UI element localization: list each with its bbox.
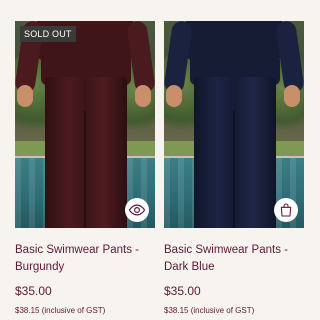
product-image[interactable]: SOLD OUT bbox=[15, 21, 155, 228]
shopping-bag-icon bbox=[280, 203, 292, 217]
product-price: $35.00 bbox=[15, 284, 52, 298]
sold-out-badge: SOLD OUT bbox=[20, 26, 76, 42]
product-image[interactable] bbox=[164, 21, 304, 228]
product-title[interactable]: Basic Swimwear Pants - Burgundy bbox=[15, 242, 155, 276]
add-to-bag-button[interactable] bbox=[274, 198, 298, 222]
product-card-burgundy[interactable]: SOLD OUT Basic Swimwear Pants - Burgundy… bbox=[15, 21, 155, 316]
model-hand bbox=[284, 85, 300, 107]
price-incl-gst: $38.15 (inclusive of GST) bbox=[164, 306, 255, 315]
pants-leg bbox=[234, 77, 276, 228]
product-price: $35.00 bbox=[164, 284, 201, 298]
model-hand bbox=[135, 85, 151, 107]
product-title[interactable]: Basic Swimwear Pants - Dark Blue bbox=[164, 242, 304, 276]
model-hand bbox=[17, 85, 33, 107]
quick-view-button[interactable] bbox=[125, 198, 149, 222]
pants-leg bbox=[85, 77, 127, 228]
pants-leg bbox=[45, 77, 87, 228]
price-incl-gst: $38.15 (inclusive of GST) bbox=[15, 306, 106, 315]
eye-icon bbox=[128, 204, 146, 216]
pants-leg bbox=[194, 77, 236, 228]
pants-seam bbox=[84, 111, 86, 228]
pants-seam bbox=[233, 111, 235, 228]
product-card-dark-blue[interactable]: Basic Swimwear Pants - Dark Blue $35.00 … bbox=[164, 21, 304, 316]
model-hand bbox=[166, 85, 182, 107]
